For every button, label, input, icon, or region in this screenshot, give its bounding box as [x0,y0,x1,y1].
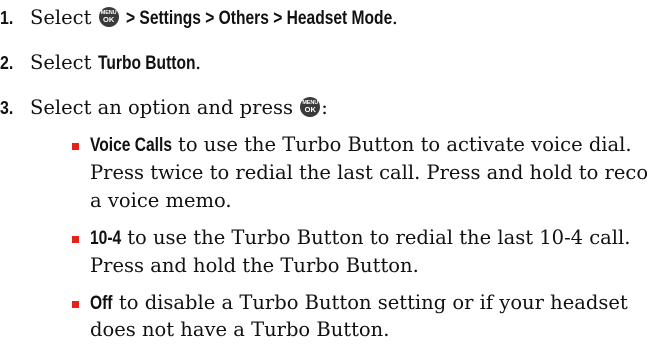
option-text-line: Press twice to redial the last call. Pre… [90,161,647,184]
option-keyword: 10-4 [90,228,122,249]
step-2-prefix: Select [30,51,92,74]
option-text-line: does not have a Turbo Button. [90,318,390,341]
step-number: 2. [0,52,14,73]
step-3-text: Select an option and press [30,96,294,119]
menu-ok-key-icon: MENU OK [98,7,119,27]
option-text: to use the Turbo Button to redial the la… [127,226,631,249]
step-3-suffix: : [321,96,328,119]
option-text: to use the Turbo Button to activate voic… [177,133,632,156]
step-1-prefix: Select [30,6,92,29]
step-number: 3. [0,97,14,118]
option-voice-calls: Voice Calls to use the Turbo Button to ac… [90,133,632,158]
turbo-button-target: Turbo Button [97,53,196,74]
step-number: 1. [0,7,14,28]
option-keyword: Off [90,293,113,314]
menu-ok-key-icon: MENU OK [300,97,321,117]
step-1: 1. Select MENU OK > Settings > Others > He… [0,6,398,31]
bullet-marker [72,143,79,150]
step-1-suffix: . [391,6,398,29]
instruction-page: 1. Select MENU OK > Settings > Others > He… [0,0,647,345]
step-2: 2. Select Turbo Button. [0,51,201,76]
option-text-line: a voice memo. [90,189,232,212]
option-text: to disable a Turbo Button setting or if … [118,291,628,314]
option-text-line: Press and hold the Turbo Button. [90,254,419,277]
step-3: 3. Select an option and press MENU OK: [0,96,328,120]
bullet-marker [72,301,79,308]
step-2-suffix: . [195,51,202,74]
bullet-marker [72,236,79,243]
option-off: Off to disable a Turbo Button setting or … [90,291,628,316]
settings-path: > Settings > Others > Headset Mode [125,8,393,29]
option-keyword: Voice Calls [90,135,172,156]
option-10-4: 10-4 to use the Turbo Button to redial th… [90,226,630,251]
